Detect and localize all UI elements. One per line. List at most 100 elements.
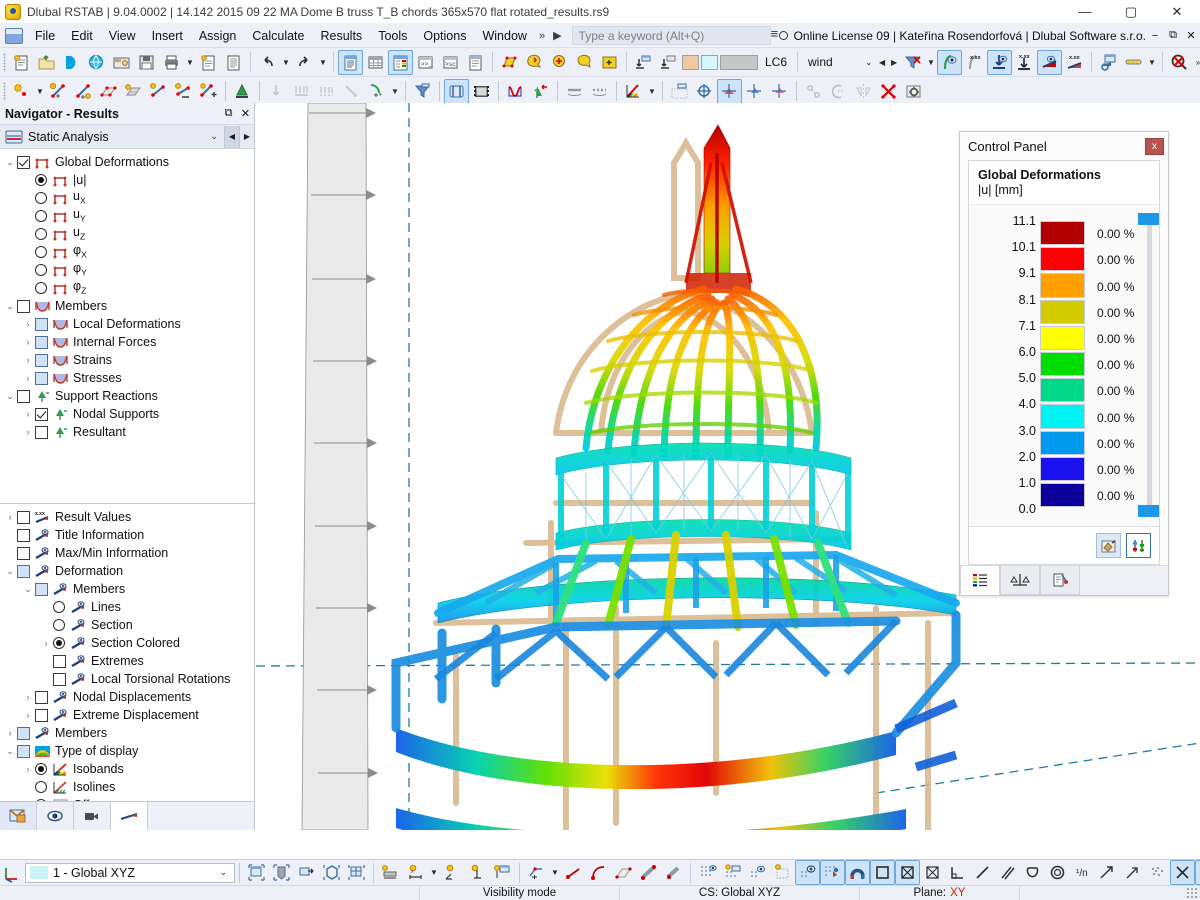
tree-row[interactable]: Off	[0, 796, 254, 801]
snap-division-icon[interactable]: ¹/n	[1070, 860, 1095, 885]
expander-collapse-icon[interactable]: ⌄	[3, 562, 17, 580]
expander-expand-icon[interactable]: ›	[21, 315, 35, 333]
keyword-search-input[interactable]: Type a keyword (Alt+Q)	[571, 26, 771, 45]
color-swatch-2[interactable]	[701, 54, 718, 70]
dimension-point-icon[interactable]	[465, 860, 490, 885]
filter-dropdown-caret-icon[interactable]: ▼	[925, 50, 937, 75]
snap-endpoint-icon[interactable]	[920, 860, 945, 885]
new-nodal-support-icon[interactable]	[171, 79, 196, 104]
show-internal-forces-icon[interactable]	[1037, 49, 1063, 75]
draw-member-2-icon[interactable]	[661, 860, 686, 885]
table-panel-icon[interactable]	[363, 50, 388, 75]
tree-row[interactable]: › Extreme Displacement	[0, 706, 254, 724]
tree-row[interactable]: ⌄ Global Deformations	[0, 153, 254, 171]
legend-color-band[interactable]	[1040, 273, 1085, 298]
tree-row[interactable]: › Internal Forces	[0, 333, 254, 351]
legend-color-band[interactable]	[1040, 247, 1085, 272]
expander-expand-icon[interactable]: ›	[3, 724, 17, 742]
display-tree[interactable]: › x.xx Result Values Title Information Max/M…	[0, 504, 254, 801]
grid-visible-icon[interactable]	[745, 860, 770, 885]
undo-dropdown-caret-icon[interactable]: ▼	[280, 50, 292, 75]
tree-checkbox[interactable]	[53, 654, 66, 668]
resize-grip-icon[interactable]	[1186, 887, 1198, 899]
navigator-tab-results[interactable]	[111, 802, 148, 830]
expander-collapse-icon[interactable]: ⌄	[21, 580, 35, 598]
tree-checkbox[interactable]	[35, 335, 48, 349]
ortho-mode-icon[interactable]	[870, 860, 895, 885]
tree-checkbox[interactable]	[17, 299, 30, 313]
set-view-top-icon[interactable]	[656, 50, 681, 75]
mirror-icon[interactable]	[851, 79, 876, 104]
nodal-load-icon[interactable]	[264, 79, 289, 104]
tree-checkbox[interactable]	[17, 726, 30, 740]
toolbar-grip[interactable]	[3, 81, 6, 101]
snap-intersection-icon[interactable]	[1170, 860, 1195, 885]
navigator-panel-icon[interactable]	[338, 49, 363, 75]
new-solid-icon[interactable]	[121, 79, 146, 104]
dimension-dropdown-caret-icon[interactable]: ▼	[428, 860, 440, 885]
tree-radio[interactable]	[35, 264, 47, 276]
expander-expand-icon[interactable]: ›	[39, 634, 53, 652]
deformation-dotted-icon[interactable]	[587, 79, 612, 104]
legend-color-band[interactable]	[1040, 430, 1085, 455]
tree-checkbox[interactable]	[17, 389, 30, 403]
mdi-minimize-button[interactable]: −	[1146, 25, 1164, 47]
draw-arc-icon[interactable]	[586, 860, 611, 885]
expander-collapse-icon[interactable]: ⌄	[3, 153, 17, 171]
load-case-next-icon[interactable]: ▶	[888, 50, 900, 75]
dimension-note-icon[interactable]	[490, 860, 515, 885]
tree-row[interactable]: ⌄ Members	[0, 297, 254, 315]
new-node-icon[interactable]	[9, 79, 34, 104]
select-in-window-icon[interactable]	[294, 860, 319, 885]
expander-expand-icon[interactable]: ›	[21, 760, 35, 778]
select-area-icon[interactable]	[497, 50, 522, 75]
tree-checkbox[interactable]	[17, 744, 30, 758]
document-icon[interactable]	[221, 50, 246, 75]
snap-tangent-icon[interactable]	[1020, 860, 1045, 885]
new-node-dropdown-caret-icon[interactable]: ▼	[34, 79, 46, 104]
rotate-copy-icon[interactable]	[826, 79, 851, 104]
legend-color-band[interactable]	[1040, 456, 1085, 481]
tree-row[interactable]: › Isobands	[0, 760, 254, 778]
redo-icon[interactable]	[292, 50, 317, 75]
tree-row[interactable]: Local Torsional Rotations	[0, 670, 254, 688]
control-panel-tab-color-scale[interactable]	[960, 566, 1000, 595]
visibility-filter-icon[interactable]	[410, 79, 435, 104]
menu-overflow-arrow-icon[interactable]: ▶	[549, 26, 565, 45]
measure-icon[interactable]	[801, 79, 826, 104]
coordinate-system-icon[interactable]	[692, 79, 717, 104]
tree-row[interactable]: φZ	[0, 279, 254, 297]
tree-radio[interactable]	[35, 282, 47, 294]
tree-radio[interactable]	[35, 781, 47, 793]
draw-line-icon[interactable]	[561, 860, 586, 885]
tree-checkbox[interactable]	[35, 371, 48, 385]
tree-radio[interactable]	[35, 192, 47, 204]
magnet-snap-icon[interactable]	[845, 860, 870, 885]
set-view-front-icon[interactable]	[631, 50, 656, 75]
mdi-close-button[interactable]: ✕	[1182, 25, 1200, 47]
legend-slider-track[interactable]	[1147, 217, 1152, 510]
color-swatch-1[interactable]	[682, 54, 699, 70]
menu-results[interactable]: Results	[313, 26, 371, 46]
legend-color-band[interactable]	[1040, 404, 1085, 429]
show-deformation-icon[interactable]	[937, 49, 963, 75]
legend-color-band[interactable]	[1040, 221, 1085, 246]
tree-checkbox[interactable]	[17, 528, 30, 542]
menu-calculate[interactable]: Calculate	[244, 26, 312, 46]
expander-collapse-icon[interactable]: ⌄	[3, 387, 17, 405]
tree-row[interactable]: Extremes	[0, 652, 254, 670]
snap-extension-icon[interactable]	[1095, 860, 1120, 885]
result-sections-icon[interactable]	[1121, 50, 1146, 75]
show-support-reactions-icon[interactable]	[987, 49, 1013, 75]
open-model-icon[interactable]	[34, 50, 59, 75]
save-icon[interactable]	[134, 50, 159, 75]
snap-center-icon[interactable]	[1045, 860, 1070, 885]
select-box-icon[interactable]	[319, 860, 344, 885]
control-panel-close-button[interactable]: x	[1145, 137, 1164, 155]
filter-results-icon[interactable]	[900, 50, 925, 75]
grid-snap-visible-icon[interactable]	[795, 860, 820, 885]
tree-radio[interactable]	[53, 601, 65, 613]
grid-new-icon[interactable]	[770, 860, 795, 885]
tree-row[interactable]: ⌄ Type of display	[0, 742, 254, 760]
legend-edit-colors-button[interactable]	[1096, 533, 1121, 558]
